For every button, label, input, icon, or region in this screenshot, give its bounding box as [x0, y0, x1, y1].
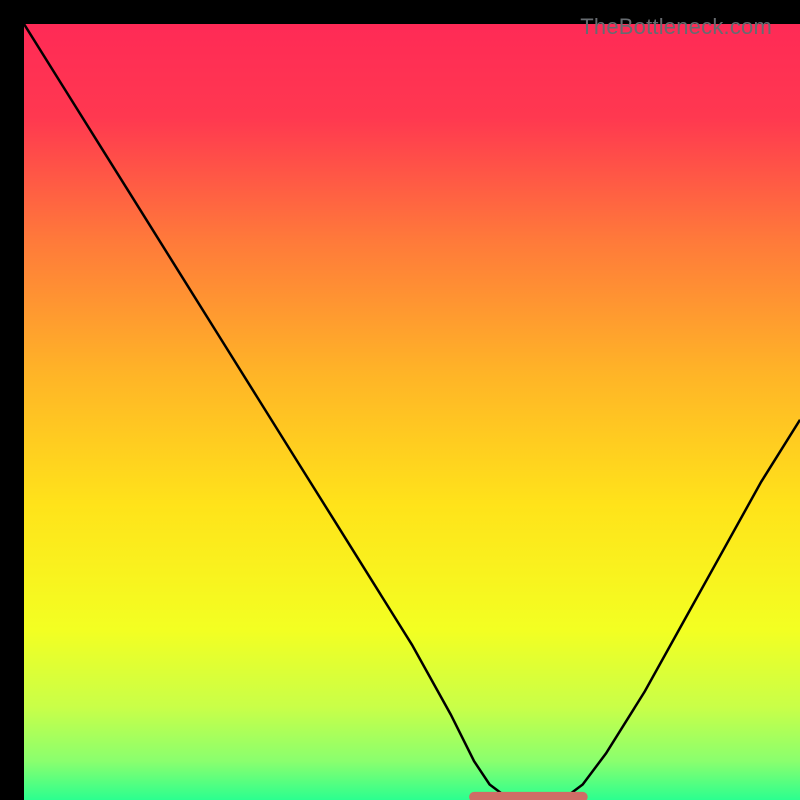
bottleneck-chart	[24, 24, 800, 800]
chart-frame: TheBottleneck.com	[12, 12, 788, 788]
plot-area	[24, 24, 800, 800]
watermark-label: TheBottleneck.com	[580, 14, 772, 40]
gradient-background	[24, 24, 800, 800]
